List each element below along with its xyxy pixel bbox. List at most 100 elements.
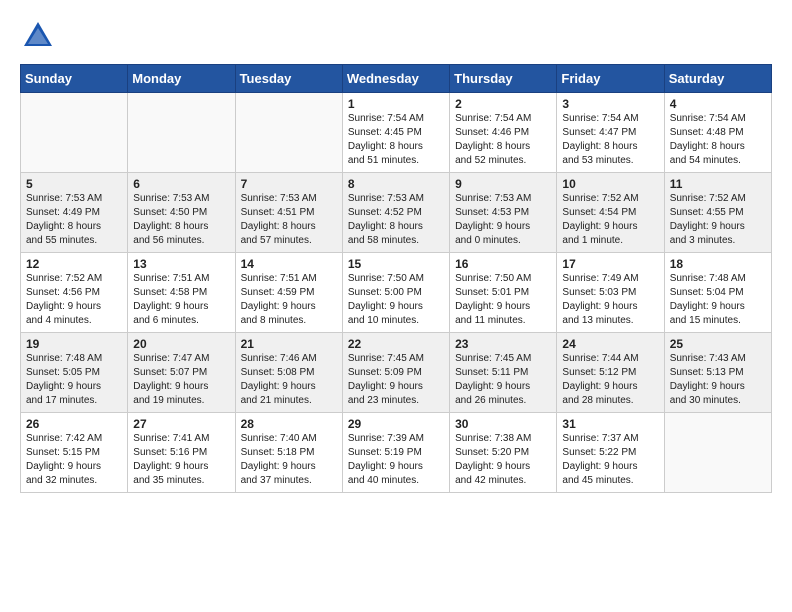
day-info: Sunrise: 7:50 AM Sunset: 5:01 PM Dayligh…	[455, 272, 551, 328]
day-number: 4	[670, 97, 766, 111]
weekday-header: Thursday	[450, 65, 557, 93]
calendar-cell: 18Sunrise: 7:48 AM Sunset: 5:04 PM Dayli…	[664, 253, 771, 333]
page: SundayMondayTuesdayWednesdayThursdayFrid…	[0, 0, 792, 612]
day-number: 22	[348, 337, 444, 351]
calendar-cell: 17Sunrise: 7:49 AM Sunset: 5:03 PM Dayli…	[557, 253, 664, 333]
weekday-header: Sunday	[21, 65, 128, 93]
day-number: 30	[455, 417, 551, 431]
day-info: Sunrise: 7:48 AM Sunset: 5:05 PM Dayligh…	[26, 352, 122, 408]
calendar-cell: 15Sunrise: 7:50 AM Sunset: 5:00 PM Dayli…	[342, 253, 449, 333]
day-number: 6	[133, 177, 229, 191]
calendar-cell: 10Sunrise: 7:52 AM Sunset: 4:54 PM Dayli…	[557, 173, 664, 253]
day-number: 24	[562, 337, 658, 351]
day-info: Sunrise: 7:52 AM Sunset: 4:55 PM Dayligh…	[670, 192, 766, 248]
calendar-cell: 30Sunrise: 7:38 AM Sunset: 5:20 PM Dayli…	[450, 413, 557, 493]
logo	[20, 18, 60, 54]
day-number: 17	[562, 257, 658, 271]
weekday-header: Wednesday	[342, 65, 449, 93]
day-info: Sunrise: 7:43 AM Sunset: 5:13 PM Dayligh…	[670, 352, 766, 408]
day-number: 2	[455, 97, 551, 111]
day-number: 9	[455, 177, 551, 191]
day-info: Sunrise: 7:51 AM Sunset: 4:58 PM Dayligh…	[133, 272, 229, 328]
day-info: Sunrise: 7:46 AM Sunset: 5:08 PM Dayligh…	[241, 352, 337, 408]
calendar-week-row: 26Sunrise: 7:42 AM Sunset: 5:15 PM Dayli…	[21, 413, 772, 493]
day-number: 7	[241, 177, 337, 191]
day-number: 26	[26, 417, 122, 431]
calendar-cell: 22Sunrise: 7:45 AM Sunset: 5:09 PM Dayli…	[342, 333, 449, 413]
day-number: 21	[241, 337, 337, 351]
calendar-cell: 25Sunrise: 7:43 AM Sunset: 5:13 PM Dayli…	[664, 333, 771, 413]
day-number: 3	[562, 97, 658, 111]
calendar-cell: 3Sunrise: 7:54 AM Sunset: 4:47 PM Daylig…	[557, 93, 664, 173]
day-info: Sunrise: 7:50 AM Sunset: 5:00 PM Dayligh…	[348, 272, 444, 328]
day-number: 8	[348, 177, 444, 191]
day-number: 11	[670, 177, 766, 191]
day-info: Sunrise: 7:51 AM Sunset: 4:59 PM Dayligh…	[241, 272, 337, 328]
day-number: 25	[670, 337, 766, 351]
day-info: Sunrise: 7:54 AM Sunset: 4:47 PM Dayligh…	[562, 112, 658, 168]
day-number: 28	[241, 417, 337, 431]
weekday-row: SundayMondayTuesdayWednesdayThursdayFrid…	[21, 65, 772, 93]
calendar-cell: 6Sunrise: 7:53 AM Sunset: 4:50 PM Daylig…	[128, 173, 235, 253]
day-number: 14	[241, 257, 337, 271]
calendar-cell: 12Sunrise: 7:52 AM Sunset: 4:56 PM Dayli…	[21, 253, 128, 333]
day-info: Sunrise: 7:45 AM Sunset: 5:09 PM Dayligh…	[348, 352, 444, 408]
day-info: Sunrise: 7:49 AM Sunset: 5:03 PM Dayligh…	[562, 272, 658, 328]
calendar-cell: 14Sunrise: 7:51 AM Sunset: 4:59 PM Dayli…	[235, 253, 342, 333]
calendar-cell	[128, 93, 235, 173]
calendar-body: 1Sunrise: 7:54 AM Sunset: 4:45 PM Daylig…	[21, 93, 772, 493]
calendar-cell: 24Sunrise: 7:44 AM Sunset: 5:12 PM Dayli…	[557, 333, 664, 413]
day-info: Sunrise: 7:54 AM Sunset: 4:48 PM Dayligh…	[670, 112, 766, 168]
calendar-header: SundayMondayTuesdayWednesdayThursdayFrid…	[21, 65, 772, 93]
day-number: 16	[455, 257, 551, 271]
weekday-header: Friday	[557, 65, 664, 93]
day-info: Sunrise: 7:53 AM Sunset: 4:51 PM Dayligh…	[241, 192, 337, 248]
day-info: Sunrise: 7:42 AM Sunset: 5:15 PM Dayligh…	[26, 432, 122, 488]
calendar-table: SundayMondayTuesdayWednesdayThursdayFrid…	[20, 64, 772, 493]
day-info: Sunrise: 7:37 AM Sunset: 5:22 PM Dayligh…	[562, 432, 658, 488]
calendar-week-row: 1Sunrise: 7:54 AM Sunset: 4:45 PM Daylig…	[21, 93, 772, 173]
day-info: Sunrise: 7:40 AM Sunset: 5:18 PM Dayligh…	[241, 432, 337, 488]
day-info: Sunrise: 7:52 AM Sunset: 4:56 PM Dayligh…	[26, 272, 122, 328]
day-number: 23	[455, 337, 551, 351]
day-info: Sunrise: 7:54 AM Sunset: 4:46 PM Dayligh…	[455, 112, 551, 168]
day-number: 19	[26, 337, 122, 351]
day-info: Sunrise: 7:53 AM Sunset: 4:49 PM Dayligh…	[26, 192, 122, 248]
day-info: Sunrise: 7:53 AM Sunset: 4:53 PM Dayligh…	[455, 192, 551, 248]
calendar-cell	[21, 93, 128, 173]
weekday-header: Monday	[128, 65, 235, 93]
calendar-cell: 5Sunrise: 7:53 AM Sunset: 4:49 PM Daylig…	[21, 173, 128, 253]
day-info: Sunrise: 7:54 AM Sunset: 4:45 PM Dayligh…	[348, 112, 444, 168]
day-info: Sunrise: 7:45 AM Sunset: 5:11 PM Dayligh…	[455, 352, 551, 408]
day-number: 29	[348, 417, 444, 431]
day-info: Sunrise: 7:47 AM Sunset: 5:07 PM Dayligh…	[133, 352, 229, 408]
day-number: 10	[562, 177, 658, 191]
calendar-cell: 1Sunrise: 7:54 AM Sunset: 4:45 PM Daylig…	[342, 93, 449, 173]
day-info: Sunrise: 7:48 AM Sunset: 5:04 PM Dayligh…	[670, 272, 766, 328]
calendar-cell: 11Sunrise: 7:52 AM Sunset: 4:55 PM Dayli…	[664, 173, 771, 253]
calendar-week-row: 19Sunrise: 7:48 AM Sunset: 5:05 PM Dayli…	[21, 333, 772, 413]
calendar-cell: 20Sunrise: 7:47 AM Sunset: 5:07 PM Dayli…	[128, 333, 235, 413]
logo-icon	[20, 18, 56, 54]
calendar-cell: 19Sunrise: 7:48 AM Sunset: 5:05 PM Dayli…	[21, 333, 128, 413]
day-number: 27	[133, 417, 229, 431]
header	[20, 18, 772, 54]
calendar-cell: 16Sunrise: 7:50 AM Sunset: 5:01 PM Dayli…	[450, 253, 557, 333]
calendar-cell: 8Sunrise: 7:53 AM Sunset: 4:52 PM Daylig…	[342, 173, 449, 253]
calendar-cell	[235, 93, 342, 173]
calendar-cell	[664, 413, 771, 493]
day-info: Sunrise: 7:53 AM Sunset: 4:52 PM Dayligh…	[348, 192, 444, 248]
calendar-week-row: 12Sunrise: 7:52 AM Sunset: 4:56 PM Dayli…	[21, 253, 772, 333]
day-info: Sunrise: 7:44 AM Sunset: 5:12 PM Dayligh…	[562, 352, 658, 408]
weekday-header: Tuesday	[235, 65, 342, 93]
calendar-cell: 2Sunrise: 7:54 AM Sunset: 4:46 PM Daylig…	[450, 93, 557, 173]
day-number: 13	[133, 257, 229, 271]
calendar-week-row: 5Sunrise: 7:53 AM Sunset: 4:49 PM Daylig…	[21, 173, 772, 253]
calendar-cell: 31Sunrise: 7:37 AM Sunset: 5:22 PM Dayli…	[557, 413, 664, 493]
calendar-cell: 21Sunrise: 7:46 AM Sunset: 5:08 PM Dayli…	[235, 333, 342, 413]
calendar-cell: 23Sunrise: 7:45 AM Sunset: 5:11 PM Dayli…	[450, 333, 557, 413]
day-number: 12	[26, 257, 122, 271]
day-info: Sunrise: 7:41 AM Sunset: 5:16 PM Dayligh…	[133, 432, 229, 488]
calendar-cell: 4Sunrise: 7:54 AM Sunset: 4:48 PM Daylig…	[664, 93, 771, 173]
calendar-cell: 27Sunrise: 7:41 AM Sunset: 5:16 PM Dayli…	[128, 413, 235, 493]
